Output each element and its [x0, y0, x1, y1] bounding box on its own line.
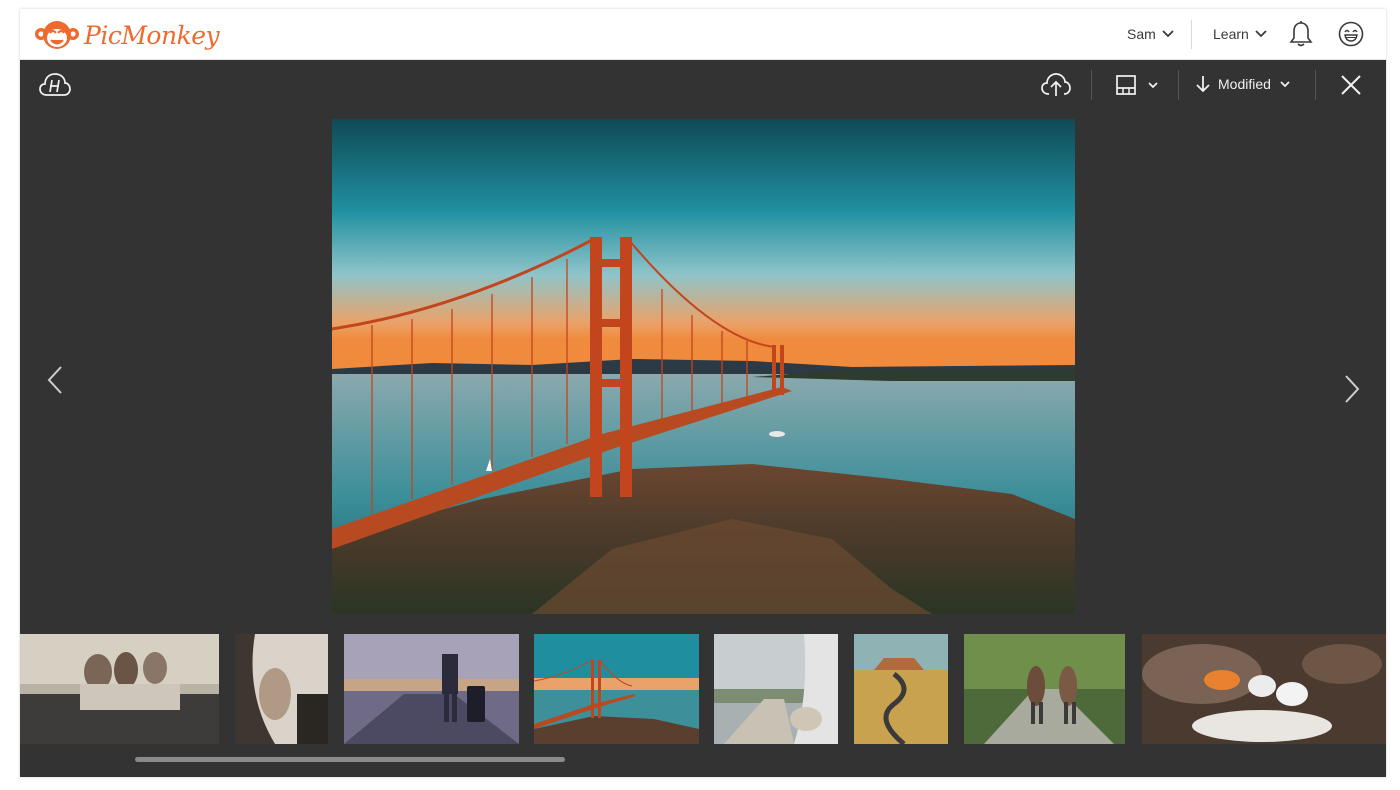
learn-menu-label: Learn — [1213, 26, 1249, 42]
monkey-logo-icon — [35, 21, 79, 49]
picmonkey-app: PicMonkey Sam Learn Modified — [20, 9, 1386, 777]
learn-menu[interactable]: Learn — [1213, 23, 1267, 45]
thumbnail-car-mirror[interactable] — [714, 634, 838, 744]
layout-menu-button[interactable] — [1114, 72, 1160, 98]
golden-gate-photo — [332, 119, 1075, 614]
chevron-down-icon — [1280, 81, 1290, 88]
close-icon — [1341, 75, 1361, 95]
top-header: PicMonkey Sam Learn — [20, 9, 1386, 60]
thumbnail-friends-on-car[interactable] — [20, 634, 219, 744]
chevron-left-icon — [47, 366, 62, 394]
hub-button[interactable] — [38, 70, 72, 100]
arrow-down-icon — [1196, 76, 1210, 93]
toolbar-divider — [1315, 70, 1316, 100]
chevron-down-icon — [1148, 82, 1158, 89]
thumbnail-image — [1142, 634, 1386, 744]
picmonkey-logo[interactable]: PicMonkey — [34, 16, 220, 54]
upload-button[interactable] — [1040, 70, 1072, 100]
thumbnail-desert-road[interactable] — [854, 634, 948, 744]
layout-icon — [1116, 75, 1136, 95]
thumbnail-image — [854, 634, 948, 744]
thumbnail-golden-gate[interactable] — [534, 634, 699, 744]
thumbnail-campfire-marshmallows[interactable] — [1142, 634, 1386, 744]
thumbnail-image — [714, 634, 838, 744]
main-photo — [332, 119, 1075, 614]
thumbnail-image — [534, 634, 699, 744]
brand-name: PicMonkey — [84, 20, 220, 50]
notifications-button[interactable] — [1286, 19, 1316, 49]
thumbnail-filmstrip — [20, 634, 1386, 744]
sort-menu-button[interactable]: Modified — [1196, 72, 1291, 96]
user-menu-label: Sam — [1127, 26, 1156, 42]
toolbar-divider — [1091, 70, 1092, 100]
smiley-avatar-icon — [1338, 21, 1364, 47]
toolbar-divider — [1178, 70, 1179, 100]
thumbnail-image — [964, 634, 1125, 744]
next-photo-button[interactable] — [1337, 367, 1367, 411]
chevron-down-icon — [1255, 30, 1267, 38]
bell-icon — [1289, 21, 1313, 47]
thumbnail-girls-forest[interactable] — [964, 634, 1125, 744]
hub-cloud-icon — [39, 73, 71, 96]
chevron-right-icon — [1345, 375, 1360, 403]
header-divider — [1191, 20, 1192, 49]
account-avatar-button[interactable] — [1336, 19, 1366, 49]
thumbnail-car-interior[interactable] — [235, 634, 328, 744]
photo-viewer: Modified — [20, 60, 1386, 777]
thumbnail-image — [235, 634, 328, 744]
cloud-upload-icon — [1041, 73, 1071, 96]
close-viewer-button[interactable] — [1336, 70, 1366, 100]
thumbnail-image — [20, 634, 219, 744]
previous-photo-button[interactable] — [40, 358, 70, 402]
sort-label: Modified — [1218, 76, 1271, 92]
chevron-down-icon — [1162, 30, 1174, 38]
thumbnail-image — [344, 634, 519, 744]
thumbnail-traveler-suitcase[interactable] — [344, 634, 519, 744]
user-menu[interactable]: Sam — [1127, 23, 1174, 45]
filmstrip-scrollbar-thumb[interactable] — [135, 757, 565, 762]
